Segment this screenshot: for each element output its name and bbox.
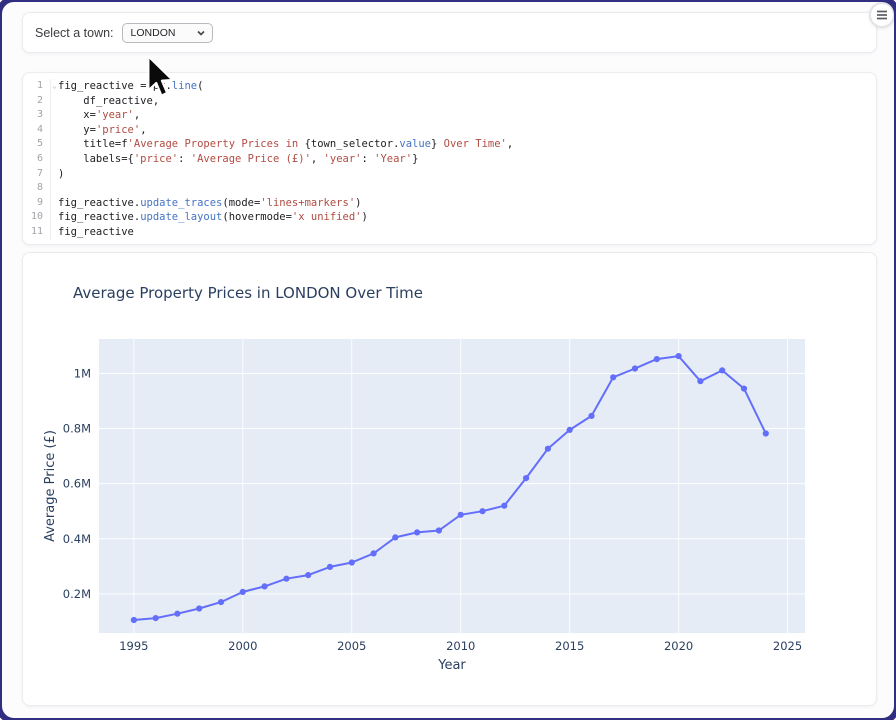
code-text: fig_reactive.update_layout(hovermode='x …: [51, 210, 368, 225]
town-dropdown[interactable]: LONDON: [122, 23, 213, 43]
code-line: 9fig_reactive.update_traces(mode='lines+…: [23, 196, 876, 211]
data-point-marker[interactable]: [654, 356, 660, 362]
y-tick-label: 0.8M: [63, 422, 91, 436]
x-tick-label: 2015: [555, 639, 584, 653]
data-point-marker[interactable]: [174, 611, 180, 617]
data-point-marker[interactable]: [436, 527, 442, 533]
x-tick-label: 2000: [228, 639, 257, 653]
data-point-marker[interactable]: [196, 605, 202, 611]
data-point-marker[interactable]: [458, 512, 464, 518]
data-point-marker[interactable]: [719, 367, 725, 373]
town-selector-label: Select a town:: [35, 26, 114, 40]
code-text: fig_reactive: [51, 225, 134, 240]
data-point-marker[interactable]: [588, 413, 594, 419]
code-text: fig_reactive.update_traces(mode='lines+m…: [51, 196, 361, 211]
hamburger-icon: [876, 10, 888, 20]
code-line: 8: [23, 181, 876, 196]
code-line: 5 title=f'Average Property Prices in {to…: [23, 137, 876, 152]
code-line: 1⌄fig_reactive = px.line(: [23, 79, 876, 94]
data-point-marker[interactable]: [523, 475, 529, 481]
plotly-line-chart[interactable]: 1995 2000 2005 2010 2015 2020 2025 0.2M 0.4M 0.6M…: [23, 253, 878, 707]
notebook-menu-button[interactable]: [869, 2, 895, 28]
data-point-marker[interactable]: [479, 508, 485, 514]
data-point-marker[interactable]: [676, 353, 682, 359]
x-axis-title: Year: [437, 658, 466, 673]
data-point-marker[interactable]: [632, 365, 638, 371]
chart-title: Average Property Prices in LONDON Over T…: [73, 284, 423, 302]
data-point-marker[interactable]: [545, 446, 551, 452]
code-text: labels={'price': 'Average Price (£)', 'y…: [51, 152, 418, 167]
code-text: y='price',: [51, 123, 147, 138]
code-line: 10fig_reactive.update_layout(hovermode='…: [23, 210, 876, 225]
data-point-marker[interactable]: [218, 599, 224, 605]
code-text: [51, 181, 58, 196]
data-point-marker[interactable]: [567, 427, 573, 433]
y-tick-label: 0.4M: [63, 532, 91, 546]
code-line: 6 labels={'price': 'Average Price (£)', …: [23, 152, 876, 167]
chart-output-cell: 1995 2000 2005 2010 2015 2020 2025 0.2M 0.4M 0.6M…: [22, 252, 877, 706]
chevron-down-icon: [196, 28, 206, 38]
data-point-marker[interactable]: [327, 564, 333, 570]
x-tick-label: 2025: [773, 639, 802, 653]
code-text: ): [51, 167, 64, 182]
x-tick-label: 2020: [664, 639, 693, 653]
line-number: 2: [23, 94, 51, 109]
line-number: 6: [23, 152, 51, 167]
code-text: title=f'Average Property Prices in {town…: [51, 137, 513, 152]
data-point-marker[interactable]: [763, 430, 769, 436]
y-tick-label: 0.6M: [63, 477, 91, 491]
y-tick-label: 0.2M: [63, 587, 91, 601]
code-line: 7): [23, 167, 876, 182]
data-point-marker[interactable]: [414, 529, 420, 535]
line-number: 5: [23, 137, 51, 152]
line-number: 10: [23, 210, 51, 225]
code-line: 11fig_reactive: [23, 225, 876, 240]
fold-arrow-icon[interactable]: ⌄: [51, 79, 57, 94]
data-point-marker[interactable]: [371, 550, 377, 556]
data-point-marker[interactable]: [240, 589, 246, 595]
line-number: 11: [23, 225, 51, 240]
town-selector-cell: Select a town: LONDON: [22, 12, 877, 53]
code-line: 4 y='price',: [23, 123, 876, 138]
line-number: 3: [23, 108, 51, 123]
x-tick-label: 2010: [446, 639, 475, 653]
line-number: 9: [23, 196, 51, 211]
x-tick-label: 1995: [119, 639, 148, 653]
line-number: 7: [23, 167, 51, 182]
code-text: fig_reactive = px.line(: [51, 79, 203, 94]
code-line: 3 x='year',: [23, 108, 876, 123]
data-point-marker[interactable]: [741, 386, 747, 392]
line-number: 4: [23, 123, 51, 138]
data-point-marker[interactable]: [283, 576, 289, 582]
code-line: 2 df_reactive,: [23, 94, 876, 109]
y-tick-label: 1M: [74, 366, 91, 380]
data-point-marker[interactable]: [131, 617, 137, 623]
data-point-marker[interactable]: [153, 615, 159, 621]
data-point-marker[interactable]: [349, 559, 355, 565]
code-text: x='year',: [51, 108, 140, 123]
line-number: 1⌄: [23, 79, 51, 94]
town-dropdown-value: LONDON: [131, 27, 176, 39]
y-axis-title: Average Price (£): [43, 430, 58, 542]
code-editor[interactable]: 1⌄fig_reactive = px.line(2 df_reactive,3…: [23, 79, 876, 240]
code-cell[interactable]: 1⌄fig_reactive = px.line(2 df_reactive,3…: [22, 72, 877, 245]
data-point-marker[interactable]: [697, 378, 703, 384]
data-point-marker[interactable]: [305, 572, 311, 578]
data-point-marker[interactable]: [610, 374, 616, 380]
line-number: 8: [23, 181, 51, 196]
data-point-marker[interactable]: [262, 583, 268, 589]
data-point-marker[interactable]: [501, 503, 507, 509]
code-text: df_reactive,: [51, 94, 159, 109]
data-point-marker[interactable]: [392, 534, 398, 540]
x-tick-label: 2005: [337, 639, 366, 653]
